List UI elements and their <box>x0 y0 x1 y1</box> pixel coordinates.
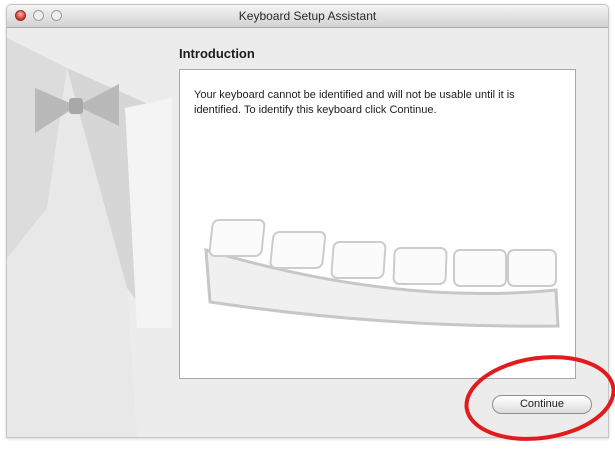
window-title: Keyboard Setup Assistant <box>238 9 377 23</box>
key <box>269 231 327 269</box>
content-panel: Your keyboard cannot be identified and w… <box>179 69 576 379</box>
setup-assistant-window: Keyboard Setup Assistant Introduction Yo… <box>6 4 609 438</box>
continue-button[interactable]: Continue <box>492 395 592 414</box>
bow-tie-knot <box>69 98 83 114</box>
key <box>208 219 266 257</box>
page-heading: Introduction <box>179 46 255 61</box>
message-text: Your keyboard cannot be identified and w… <box>194 89 515 116</box>
title-bar[interactable]: Keyboard Setup Assistant <box>7 5 608 28</box>
key <box>392 247 448 285</box>
keyboard-illustration <box>204 219 560 328</box>
key <box>453 249 507 287</box>
key <box>330 241 387 279</box>
key <box>507 249 557 287</box>
